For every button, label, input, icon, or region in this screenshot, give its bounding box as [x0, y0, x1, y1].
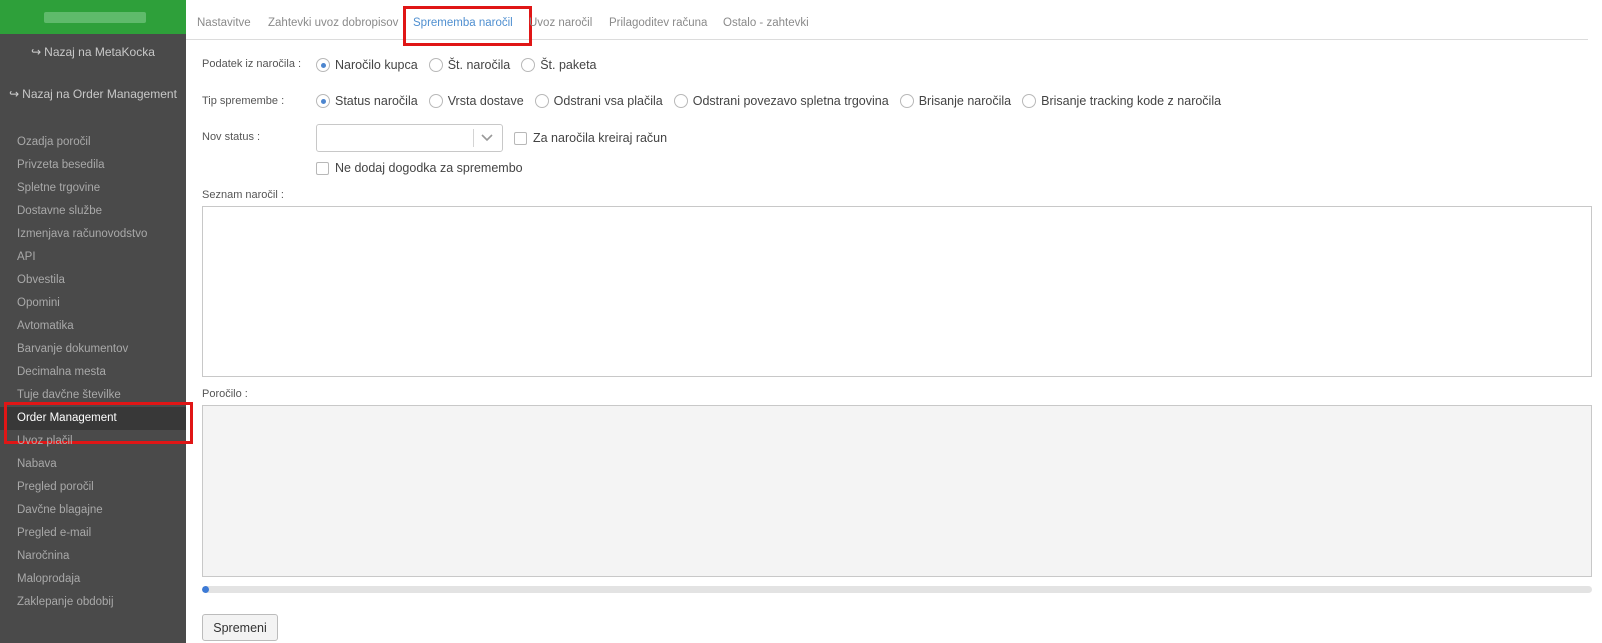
back-to-order-management-label: Nazaj na Order Management [22, 87, 177, 101]
change-type-radio-group: Status naročila Vrsta dostave Odstrani vsa… [316, 94, 1232, 108]
tab-prilagoditev-ra-una[interactable]: Prilagoditev računa [609, 17, 707, 29]
sidebar-item-uvoz-pla-il[interactable]: Uvoz plačil [0, 430, 186, 453]
sign-out-icon: ↪ [9, 87, 20, 101]
progress-bar [202, 586, 1592, 593]
order-list-textarea[interactable] [202, 206, 1592, 377]
no-event-checkbox[interactable]: Ne dodaj dogodka za spremembo [316, 161, 523, 175]
sidebar: ↪ Nazaj na MetaKocka ↪ Nazaj na Order Mana… [0, 0, 193, 643]
sidebar-item-avtomatika[interactable]: Avtomatika [0, 315, 186, 338]
radio-odstrani-vsa-pla-ila[interactable]: Odstrani vsa plačila [534, 94, 663, 108]
radio-odstrani-povezavo-spletna-trgovina[interactable]: Odstrani povezavo spletna trgovina [673, 94, 889, 108]
radio-checked-icon [316, 58, 330, 72]
radio-label: Št. paketa [540, 58, 597, 72]
radio-unchecked-icon [521, 58, 536, 72]
tab-nastavitve[interactable]: Nastavitve [197, 17, 251, 29]
radio-brisanje-tracking-kode-z-naro-ila[interactable]: Brisanje tracking kode z naročila [1022, 94, 1221, 108]
radio-label: Status naročila [335, 94, 418, 108]
radio-status-naro-ila[interactable]: Status naročila [316, 94, 418, 108]
sign-out-icon: ↪ [31, 45, 42, 59]
checkbox-box [514, 131, 527, 145]
radio-label: Brisanje naročila [918, 94, 1012, 108]
tab-sprememba-naro-il[interactable]: Sprememba naročil [403, 6, 532, 46]
radio-naro-ilo-kupca[interactable]: Naročilo kupca [316, 58, 418, 72]
create-invoice-checkbox[interactable]: Za naročila kreiraj račun [514, 131, 667, 145]
sidebar-header [0, 0, 186, 34]
sidebar-item-nabava[interactable]: Nabava [0, 453, 186, 476]
no-event-label: Ne dodaj dogodka za spremembo [335, 161, 523, 175]
new-status-label: Nov status : [202, 131, 261, 143]
sidebar-item-dav-ne-blagajne[interactable]: Davčne blagajne [0, 499, 186, 522]
report-label: Poročilo : [202, 388, 248, 400]
tab-uvoz-naro-il[interactable]: Uvoz naročil [529, 17, 592, 29]
radio-label: Odstrani povezavo spletna trgovina [692, 94, 889, 108]
sidebar-menu: Ozadja poročil Privzeta besedila Spletne t… [0, 131, 193, 614]
sidebar-item-obvestila[interactable]: Obvestila [0, 269, 186, 292]
report-textarea [202, 405, 1592, 577]
sidebar-item-barvanje-dokumentov[interactable]: Barvanje dokumentov [0, 338, 186, 361]
radio-unchecked-icon [428, 94, 443, 108]
checkbox-box [316, 161, 329, 175]
radio-label: Vrsta dostave [447, 94, 524, 108]
new-status-select[interactable] [316, 124, 503, 152]
order-list-label: Seznam naročil : [202, 189, 284, 201]
tab-zahtevki-uvoz-dobropisov[interactable]: Zahtevki uvoz dobropisov [268, 17, 398, 29]
radio-unchecked-icon [1022, 94, 1037, 108]
radio-brisanje-naro-ila[interactable]: Brisanje naročila [899, 94, 1012, 108]
radio-unchecked-icon [534, 94, 549, 108]
radio--t-naro-ila[interactable]: Št. naročila [428, 58, 511, 72]
create-invoice-label: Za naročila kreiraj račun [533, 131, 668, 145]
change-type-label: Tip spremembe : [202, 95, 285, 107]
radio-unchecked-icon [673, 94, 688, 108]
submit-button[interactable]: Spremeni [202, 614, 278, 641]
sidebar-item-opomini[interactable]: Opomini [0, 292, 186, 315]
radio-vrsta-dostave[interactable]: Vrsta dostave [428, 94, 524, 108]
radio-unchecked-icon [428, 58, 443, 72]
radio--t-paketa[interactable]: Št. paketa [521, 58, 597, 72]
sidebar-item-izmenjava-ra-unovodstvo[interactable]: Izmenjava računovodstvo [0, 223, 186, 246]
sidebar-item-ozadja-poro-il[interactable]: Ozadja poročil [0, 131, 186, 154]
sidebar-item-decimalna-mesta[interactable]: Decimalna mesta [0, 361, 186, 384]
chevron-down-icon [481, 134, 493, 142]
sidebar-item-maloprodaja[interactable]: Maloprodaja [0, 568, 186, 591]
source-label: Podatek iz naročila : [202, 58, 302, 70]
source-radio-group: Naročilo kupca Št. naročila Št. paketa [316, 58, 608, 72]
back-to-metakocka-label: Nazaj na MetaKocka [44, 45, 155, 59]
sidebar-item-pregled-poro-il[interactable]: Pregled poročil [0, 476, 186, 499]
tab-bar: Nastavitve Zahtevki uvoz dobropisov Spreme… [186, 0, 1588, 46]
sidebar-item-naro-nina[interactable]: Naročnina [0, 545, 186, 568]
back-to-order-management-link[interactable]: ↪ Nazaj na Order Management [0, 87, 186, 101]
sidebar-item-spletne-trgovine[interactable]: Spletne trgovine [0, 177, 186, 200]
sidebar-item-privzeta-besedila[interactable]: Privzeta besedila [0, 154, 186, 177]
sidebar-item-dostavne-slu-be[interactable]: Dostavne službe [0, 200, 186, 223]
sidebar-item-order-management[interactable]: Order Management [0, 402, 193, 444]
radio-label: Št. naročila [447, 58, 511, 72]
logo [44, 12, 146, 23]
sidebar-item-api[interactable]: API [0, 246, 186, 269]
radio-checked-icon [316, 94, 330, 108]
radio-unchecked-icon [899, 94, 914, 108]
radio-label: Odstrani vsa plačila [553, 94, 663, 108]
back-to-metakocka-link[interactable]: ↪ Nazaj na MetaKocka [0, 45, 186, 59]
tab-ostalo-zahtevki[interactable]: Ostalo - zahtevki [723, 17, 809, 29]
radio-label: Brisanje tracking kode z naročila [1041, 94, 1222, 108]
select-separator [473, 129, 474, 147]
sidebar-item-pregled-e-mail[interactable]: Pregled e-mail [0, 522, 186, 545]
sidebar-item-zaklepanje-obdobij[interactable]: Zaklepanje obdobij [0, 591, 186, 614]
progress-fill [202, 586, 209, 593]
main-content: Nastavitve Zahtevki uvoz dobropisov Spreme… [186, 0, 1602, 643]
radio-label: Naročilo kupca [335, 58, 418, 72]
